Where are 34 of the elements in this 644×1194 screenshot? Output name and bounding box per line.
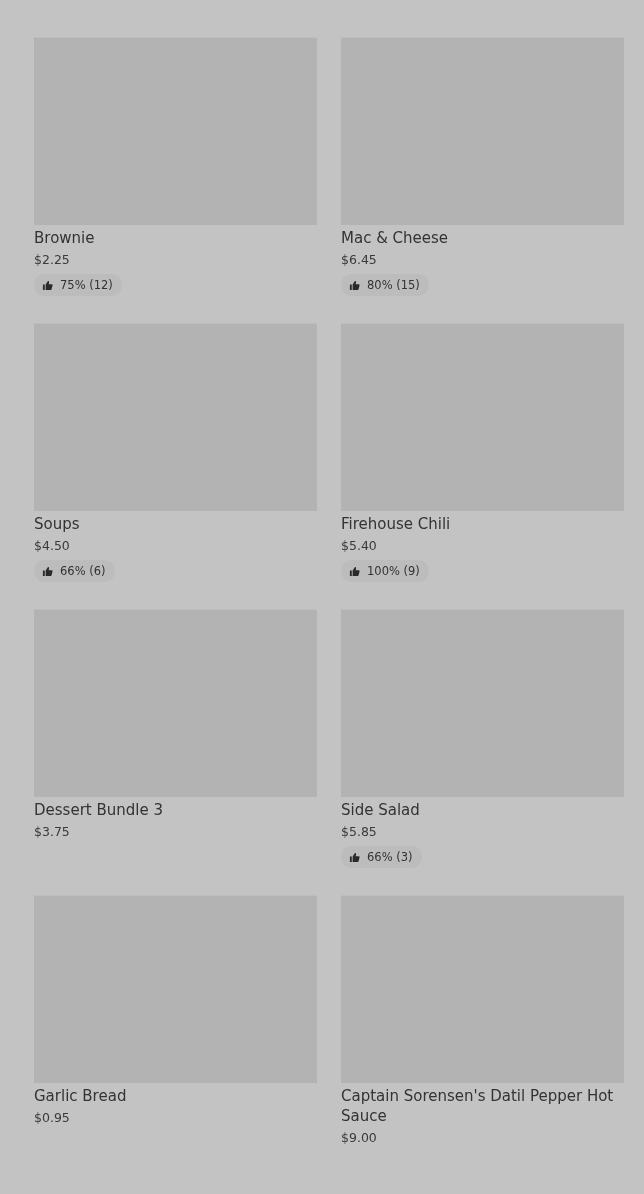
item-name: Soups [34, 514, 80, 534]
menu-item-card[interactable]: Mac & Cheese $6.45 80% (15) [341, 37, 624, 323]
item-name: Garlic Bread [34, 1086, 127, 1106]
thumbs-up-icon [42, 279, 53, 291]
item-price: $5.85 [341, 823, 377, 841]
menu-item-card[interactable]: Garlic Bread $0.95 [34, 895, 317, 1181]
item-name: Side Salad [341, 800, 420, 820]
menu-item-card[interactable]: Side Salad $5.85 66% (3) [341, 609, 624, 895]
thumbs-up-icon [349, 279, 360, 291]
item-price: $5.40 [341, 537, 377, 555]
rating-text: 75% (12) [60, 278, 113, 292]
item-price: $3.75 [34, 823, 70, 841]
item-price: $0.95 [34, 1109, 70, 1127]
thumbs-up-icon [349, 565, 360, 577]
item-name: Dessert Bundle 3 [34, 800, 163, 820]
item-price: $6.45 [341, 251, 377, 269]
item-price: $4.50 [34, 537, 70, 555]
rating-text: 100% (9) [367, 564, 420, 578]
menu-item-card[interactable]: Captain Sorensen's Datil Pepper Hot Sauce $9.00 [341, 895, 624, 1181]
menu-item-card[interactable]: Soups $4.50 66% (6) [34, 323, 317, 609]
rating-text: 66% (6) [60, 564, 106, 578]
item-name: Brownie [34, 228, 95, 248]
menu-item-card[interactable]: Firehouse Chili $5.40 100% (9) [341, 323, 624, 609]
item-name: Captain Sorensen's Datil Pepper Hot Sauce [341, 1086, 615, 1126]
menu-item-card[interactable]: Dessert Bundle 3 $3.75 [34, 609, 317, 895]
rating-text: 80% (15) [367, 278, 420, 292]
rating-text: 66% (3) [367, 850, 413, 864]
item-name: Mac & Cheese [341, 228, 449, 248]
item-price: $9.00 [341, 1129, 377, 1147]
menu-item-card[interactable]: Brownie $2.25 75% (12) [34, 37, 317, 323]
thumbs-up-icon [349, 851, 360, 863]
item-name: Firehouse Chili [341, 514, 451, 534]
item-price: $2.25 [34, 251, 70, 269]
thumbs-up-icon [42, 565, 53, 577]
